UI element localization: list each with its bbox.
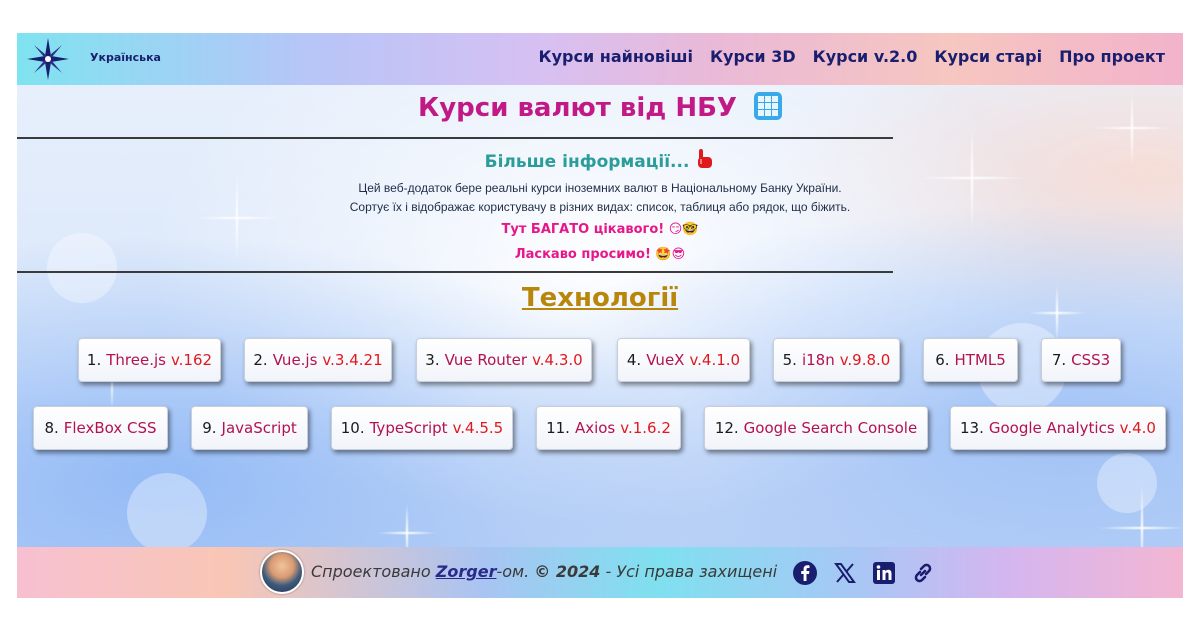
tech-chip[interactable]: 4. VueX v.4.1.0 (617, 338, 750, 382)
tech-version: v.3.4.21 (322, 351, 383, 369)
nav-rates-v2[interactable]: Курси v.2.0 (813, 47, 918, 66)
tech-chip[interactable]: 2. Vue.js v.3.4.21 (244, 338, 392, 382)
bokeh-decoration (127, 473, 207, 553)
tech-chip[interactable]: 7. CSS3 (1041, 338, 1121, 382)
tech-name: JavaScript (221, 419, 297, 437)
tech-number: 13. (960, 419, 984, 437)
tech-version: v.162 (170, 351, 213, 369)
tech-number: 3. (425, 351, 440, 369)
designed-by-text: Спроектовано (311, 562, 431, 581)
tech-name: Google Analytics (988, 419, 1115, 437)
tech-number: 1. (86, 351, 102, 369)
tech-number: 2. (253, 351, 268, 369)
tech-name: Three.js (106, 351, 166, 369)
language-switcher[interactable]: Українська (90, 51, 161, 64)
tech-name: Vue Router (444, 351, 528, 369)
sparkle-decoration (917, 123, 1027, 233)
link-icon[interactable] (910, 560, 936, 586)
tech-chip[interactable]: 11. Axios v.1.6.2 (536, 406, 681, 450)
compass-star-icon[interactable] (25, 36, 71, 82)
tech-number: 12. (714, 419, 739, 437)
x-twitter-icon[interactable] (832, 560, 858, 586)
highlight-text: Тут БАГАТО цікавого! 😏🤓 (501, 222, 699, 237)
bokeh-decoration (1097, 453, 1157, 513)
tech-version: v.4.3.0 (532, 351, 583, 369)
nav-about[interactable]: Про проект (1059, 47, 1165, 66)
description-line: Цей веб-додаток бере реальні курси інозе… (358, 181, 842, 195)
divider (17, 271, 893, 273)
main-nav: Курси найновіші Курси 3D Курси v.2.0 Кур… (539, 47, 1165, 66)
author-suffix: -ом. (496, 562, 530, 581)
tech-name: Vue.js (272, 351, 318, 369)
page-title: Курси валют від НБУ (17, 92, 1183, 123)
linkedin-icon[interactable] (871, 560, 897, 586)
tech-name: FlexBox CSS (63, 419, 157, 437)
tech-name: Axios (574, 419, 616, 437)
tech-name: HTML5 (954, 351, 1006, 369)
page-title-text: Курси валют від НБУ (417, 93, 737, 123)
tech-version: v.4.0 (1119, 419, 1156, 437)
facebook-icon[interactable] (792, 560, 818, 586)
nav-latest-rates[interactable]: Курси найновіші (539, 47, 693, 66)
author-link[interactable]: Zorger (436, 562, 497, 581)
footer: Спроектовано Zorger-ом. © 2024 - Усі пра… (17, 547, 1183, 598)
tech-chip[interactable]: 5. i18n v.9.8.0 (773, 338, 900, 382)
tech-chip[interactable]: 6. HTML5 (923, 338, 1018, 382)
more-info-label: Більше інформації... (484, 152, 690, 172)
grid-table-icon (754, 92, 783, 120)
copyright-year: © 2024 (534, 562, 601, 581)
tech-name: VueX (646, 351, 685, 369)
tech-chip[interactable]: 3. Vue Router v.4.3.0 (416, 338, 592, 382)
tech-version: v.4.5.5 (452, 419, 504, 437)
tech-chip[interactable]: 13. Google Analytics v.4.0 (950, 406, 1166, 450)
tech-chip[interactable]: 12. Google Search Console (704, 406, 928, 450)
tech-number: 7. (1051, 351, 1067, 369)
tech-version: v.9.8.0 (839, 351, 891, 369)
tech-number: 6. (935, 351, 950, 369)
page-frame: Українська Курси найновіші Курси 3D Курс… (17, 33, 1183, 598)
rights-text: - Усі права захищені (605, 562, 778, 581)
welcome-text: Ласкаво просимо! 🤩😎 (514, 247, 686, 262)
tech-number: 11. (546, 419, 570, 437)
pointing-hand-icon (698, 149, 713, 168)
tech-name: CSS3 (1071, 351, 1111, 369)
tech-chip[interactable]: 8. FlexBox CSS (33, 406, 168, 450)
footer-credits: Спроектовано Zorger-ом. © 2024 - Усі пра… (311, 562, 777, 581)
tech-chip[interactable]: 10. TypeScript v.4.5.5 (331, 406, 513, 450)
nav-old-rates[interactable]: Курси старі (934, 47, 1042, 66)
tech-number: 9. (202, 419, 217, 437)
tech-version: v.1.6.2 (620, 419, 671, 437)
tech-number: 4. (626, 351, 642, 369)
more-info-toggle[interactable]: Більше інформації... (17, 148, 1183, 172)
tech-chip[interactable]: 9. JavaScript (191, 406, 308, 450)
technologies-heading: Технології (521, 283, 679, 313)
tech-number: 8. (44, 419, 59, 437)
nav-rates-3d[interactable]: Курси 3D (710, 47, 796, 66)
tech-version: v.4.1.0 (689, 351, 741, 369)
divider (17, 137, 893, 139)
description-line: Сортує їх і відображає користувачу в різ… (349, 200, 851, 214)
tech-name: TypeScript (369, 419, 448, 437)
tech-chip[interactable]: 1. Three.js v.162 (78, 338, 221, 382)
tech-number: 10. (340, 419, 365, 437)
avatar (260, 550, 304, 594)
top-navbar: Українська Курси найновіші Курси 3D Курс… (17, 33, 1183, 85)
tech-number: 5. (782, 351, 797, 369)
tech-name: Google Search Console (743, 419, 918, 437)
tech-name: i18n (801, 351, 835, 369)
